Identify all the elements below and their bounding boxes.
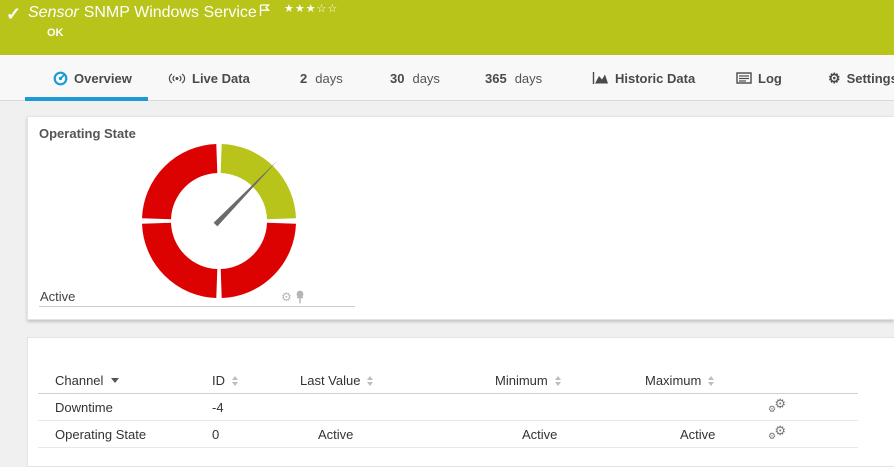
log-list-icon [736,72,752,84]
cell-id: 0 [195,427,283,442]
column-header-channel[interactable]: Channel [38,373,195,388]
column-header-last-value[interactable]: Last Value [283,373,478,388]
column-header-minimum[interactable]: Minimum [478,373,628,388]
gauge-current-value: Active [40,289,75,304]
sensor-type-label: Sensor [28,4,79,21]
column-header-maximum-label: Maximum [645,373,701,388]
tab-log-label: Log [758,71,782,86]
cell-minimum: Active [478,427,628,442]
tab-365-days[interactable]: 365 days [485,55,542,101]
settings-gear-icon: ⚙ [828,71,841,85]
priority-flag-icon[interactable] [259,4,270,22]
tab-overview[interactable]: Overview [25,55,148,101]
cell-last-value: Active [283,427,478,442]
sort-icon [232,376,238,386]
column-header-id-label: ID [212,373,225,388]
tab-365-days-unit: days [515,71,542,86]
column-header-last-value-label: Last Value [300,373,360,388]
gear-icon: ⚙ [768,431,776,442]
gauge-footer: Active ⚙ [39,287,355,307]
tab-settings[interactable]: ⚙ Settings [828,55,894,101]
tab-2-days-unit: days [315,71,342,86]
tab-2-days-number: 2 [300,71,307,86]
gauge-segment-error-2 [157,223,217,283]
sort-icon [367,376,373,386]
channel-settings-icon[interactable]: ⚙ ⚙ [768,398,786,414]
tab-365-days-number: 365 [485,71,507,86]
table-row-downtime: Downtime -4 ⚙ ⚙ [38,394,858,421]
pin-icon[interactable] [295,290,305,304]
ok-check-icon: ✓ [6,4,21,25]
channel-table-panel: Channel ID Last Value Minimum Maximum [27,337,894,467]
cell-channel: Downtime [38,400,195,415]
table-row-operating-state: Operating State 0 Active Active Active ⚙… [38,421,858,448]
column-header-id[interactable]: ID [195,373,283,388]
page-title: Sensor SNMP Windows Service [28,4,257,22]
column-header-channel-label: Channel [55,373,103,388]
sort-icon [708,376,714,386]
gauge-panel: Operating State Active ⚙ [27,116,894,320]
priority-stars[interactable]: ★★★☆☆ [284,2,338,15]
gauge-settings-gear-icon[interactable]: ⚙ [281,291,292,303]
sort-desc-icon [111,378,119,383]
tab-30-days-number: 30 [390,71,404,86]
cell-channel: Operating State [38,427,195,442]
gauge-footer-icons: ⚙ [281,290,305,304]
sort-icon [555,376,561,386]
cell-id: -4 [195,400,283,415]
sensor-status-header: ✓ Sensor SNMP Windows Service ★★★☆☆ OK [0,0,894,55]
tab-bar: Overview Live Data 2 days 30 days 365 da… [0,55,894,101]
gear-icon: ⚙ [774,425,786,439]
cell-maximum: Active [628,427,731,442]
gauge-segment-error-3 [157,159,217,219]
tab-30-days-unit: days [412,71,439,86]
column-header-minimum-label: Minimum [495,373,548,388]
channel-table: Channel ID Last Value Minimum Maximum [38,368,858,448]
column-header-maximum[interactable]: Maximum [628,373,731,388]
gauge-segment-error-1 [221,223,281,283]
tab-log[interactable]: Log [736,55,782,101]
sensor-status-badge: OK [47,27,64,39]
stars-filled[interactable]: ★★★ [284,3,317,15]
tab-historic-data-label: Historic Data [615,71,695,86]
tab-30-days[interactable]: 30 days [390,55,440,101]
gauge-tab-icon [53,71,68,86]
channel-table-header-row: Channel ID Last Value Minimum Maximum [38,368,858,394]
gear-icon: ⚙ [768,404,776,415]
tab-settings-label: Settings [847,71,894,86]
tab-live-data[interactable]: Live Data [168,55,250,101]
live-data-icon [168,72,186,85]
tab-historic-data[interactable]: Historic Data [592,55,695,101]
sensor-name: SNMP Windows Service [84,4,257,21]
tab-2-days[interactable]: 2 days [300,55,343,101]
stars-empty[interactable]: ☆☆ [317,3,339,15]
tab-live-data-label: Live Data [192,71,250,86]
operating-state-gauge-widget: Operating State Active ⚙ [39,126,355,307]
tab-overview-label: Overview [74,71,132,86]
gear-icon: ⚙ [774,398,786,412]
channel-settings-icon[interactable]: ⚙ ⚙ [768,425,786,441]
area-chart-icon [592,71,609,85]
